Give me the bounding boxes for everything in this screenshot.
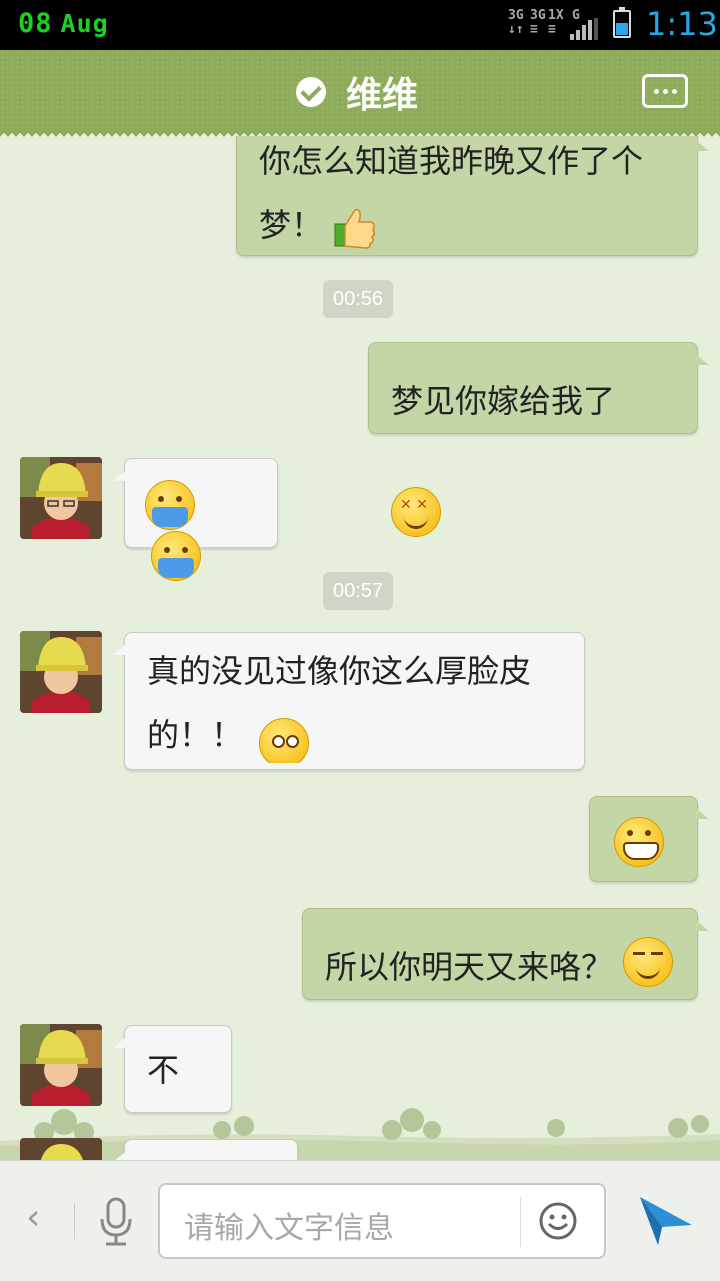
microphone-icon[interactable]	[98, 1197, 134, 1247]
message-text: 所以你明天又来咯？	[325, 948, 614, 986]
message-text: 的！！	[147, 716, 244, 754]
divider	[520, 1197, 521, 1247]
chat-title: 维维	[346, 75, 419, 116]
message-timestamp: 00:56	[323, 280, 394, 318]
vomit-face-emoji-icon	[145, 480, 195, 530]
message-input[interactable]: 请输入文字信息	[158, 1183, 606, 1259]
battery-icon	[613, 7, 631, 38]
message-bubble-received[interactable]: 真的没见过像你这么厚脸皮 的！！	[113, 632, 585, 770]
status-time: 1:13	[646, 5, 718, 43]
smirk-face-emoji-icon	[623, 937, 674, 987]
message-bubble-sent[interactable]: 梦见你嫁给我了 ✕ ✕	[368, 342, 709, 537]
divider	[74, 1203, 75, 1239]
input-placeholder: 请输入文字信息	[184, 1211, 394, 1246]
message-text: 你怎么知道我昨晚又作了个	[259, 142, 644, 180]
emoji-picker-icon[interactable]	[538, 1201, 578, 1241]
message-bubble-received[interactable]	[113, 458, 278, 581]
more-options-button[interactable]	[642, 74, 688, 108]
status-date: 08 Aug	[18, 8, 109, 39]
message-text: 真的没见过像你这么厚脸皮	[147, 652, 532, 690]
message-bubble-sent[interactable]: 你怎么知道我昨晚又作了个 梦！	[236, 136, 709, 256]
network-3g-icon: 3G ≡	[530, 8, 546, 37]
contact-avatar[interactable]	[20, 631, 102, 713]
network-3g-icon: 3G ↓↑	[508, 8, 524, 37]
message-bubble-sent[interactable]: 所以你明天又来咯？	[302, 908, 709, 1000]
message-text: 梦见你嫁给我了	[391, 382, 616, 420]
grin-face-emoji-icon	[614, 817, 664, 867]
input-bar: ‹ 请输入文字信息	[0, 1160, 720, 1281]
contact-avatar[interactable]	[20, 1024, 102, 1106]
message-timestamp: 00:57	[323, 572, 394, 610]
status-bar: 08 Aug 3G ↓↑ 3G ≡ 1X ≡ G 1:13	[0, 0, 720, 50]
scenery-background	[0, 1108, 720, 1160]
network-1x-icon: 1X ≡	[548, 8, 564, 37]
message-bubble-sent[interactable]	[589, 796, 709, 882]
surprised-face-emoji-icon	[259, 718, 310, 763]
message-bubble-received[interactable]: 不要	[113, 1025, 232, 1160]
send-button[interactable]	[636, 1193, 696, 1249]
chat-header: 维维	[0, 50, 720, 138]
vomit-face-emoji-icon	[151, 531, 201, 581]
signal-icon	[570, 18, 600, 40]
verified-check-icon	[296, 77, 326, 107]
chat-area[interactable]: 你怎么知道我昨晚又作了个 梦！ 00:56 梦见你嫁给我了 ✕ ✕ 00:57 …	[0, 136, 720, 1160]
back-button[interactable]: ‹	[26, 1197, 40, 1238]
message-bubble-received[interactable]	[113, 1139, 298, 1160]
dizzy-face-emoji-icon: ✕ ✕	[391, 487, 441, 537]
message-text: 梦！	[259, 206, 324, 244]
thumbs-up-emoji-icon	[333, 204, 377, 250]
contact-avatar[interactable]	[20, 1138, 102, 1160]
contact-avatar[interactable]	[20, 457, 102, 539]
